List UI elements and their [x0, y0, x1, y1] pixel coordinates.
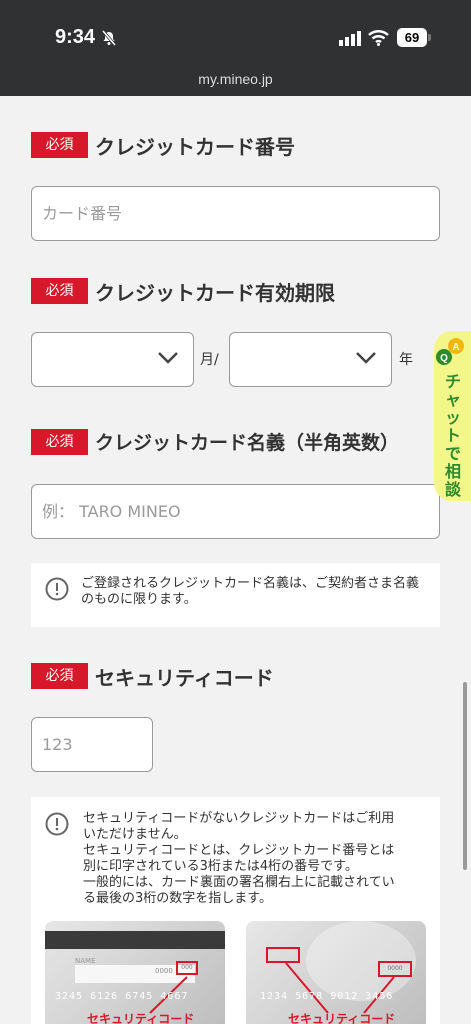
notice-line: 別に印字されている3桁または4桁の番号です。 — [83, 859, 358, 874]
required-badge: 必須 — [31, 663, 88, 689]
name-notice-text: ご登録されるクレジットカード名義は、ご契約者さま名義のものに限ります。 — [81, 576, 420, 607]
bell-slash-icon — [101, 30, 117, 46]
exclamation-icon — [45, 577, 69, 601]
security-code-label: セキュリティコード — [95, 666, 274, 690]
security-code-placeholder: 123 — [42, 735, 73, 754]
card-number-text: 3245 6126 6745 4667 — [55, 991, 189, 1002]
pointer-line — [149, 976, 188, 1014]
scrollbar[interactable] — [463, 682, 467, 870]
icon-letter-q: Q — [440, 353, 448, 364]
notice-line: セキュリティコードがないクレジットカードはご利用 — [83, 811, 395, 826]
pointer-lines — [285, 962, 395, 1014]
notice-line: セキュリティコードとは、クレジットカード番号とは — [83, 843, 395, 858]
expiry-month-select[interactable] — [31, 332, 194, 387]
month-unit: 月/ — [200, 352, 219, 368]
card-name-placeholder: 例： TARO MINEO — [42, 502, 181, 521]
security-notice-text: セキュリティコードがないクレジットカードはご利用 いただけません。 セキュリティ… — [83, 811, 433, 907]
card-number-label: クレジットカード番号 — [95, 135, 295, 159]
required-badge: 必須 — [31, 278, 88, 304]
chat-consult-label: チャットで相談 — [444, 372, 461, 499]
status-bar: 9:34 69 my.mineo.jp — [0, 0, 471, 96]
card-number-text: 1234 5678 9012 3456 — [260, 991, 394, 1002]
name-notice: ご登録されるクレジットカード名義は、ご契約者さま名義のものに限ります。 — [31, 563, 440, 627]
notice-line: いただけません。 — [83, 827, 187, 842]
security-code-input[interactable]: 123 — [31, 717, 153, 772]
card-front-label: セキュリティコード — [288, 1012, 396, 1024]
card-back-illustration: NAME 0000 000 3245 6126 6745 4667 セキュリティ… — [45, 921, 225, 1024]
qa-bubble-icon: A Q — [436, 338, 464, 365]
expiry-label: クレジットカード有効期限 — [95, 281, 335, 305]
expiry-year-select[interactable] — [229, 332, 392, 387]
chat-consult-button[interactable]: A Q チャットで相談 — [434, 331, 471, 501]
battery-indicator: 69 — [397, 28, 427, 47]
clock: 9:34 — [55, 26, 96, 48]
card-name-input[interactable]: 例： TARO MINEO — [31, 484, 440, 539]
notice-line: る最後の3桁の数字を指します。 — [83, 891, 272, 906]
card-name-label: クレジットカード名義（半角英数） — [95, 432, 400, 454]
url-bar[interactable]: my.mineo.jp — [0, 71, 471, 87]
card-back-label: セキュリティコード — [87, 1012, 195, 1024]
battery-tip — [428, 34, 431, 41]
card-number-input[interactable]: カード番号 — [31, 186, 440, 241]
year-unit: 年 — [399, 352, 413, 368]
exclamation-icon — [45, 812, 69, 836]
icon-letter-a: A — [452, 342, 459, 353]
wifi-icon — [368, 30, 389, 46]
notice-line: 一般的には、カード裏面の署名欄右上に記載されてい — [83, 875, 395, 890]
card-front-illustration: 0000 1234 5678 9012 3456 セキュリティコード — [246, 921, 426, 1024]
chevron-down-icon — [356, 352, 376, 364]
signal-icon — [339, 31, 361, 46]
chevron-down-icon — [158, 352, 178, 364]
card-number-placeholder: カード番号 — [42, 204, 123, 223]
required-badge: 必須 — [31, 429, 88, 455]
required-badge: 必須 — [31, 132, 88, 158]
